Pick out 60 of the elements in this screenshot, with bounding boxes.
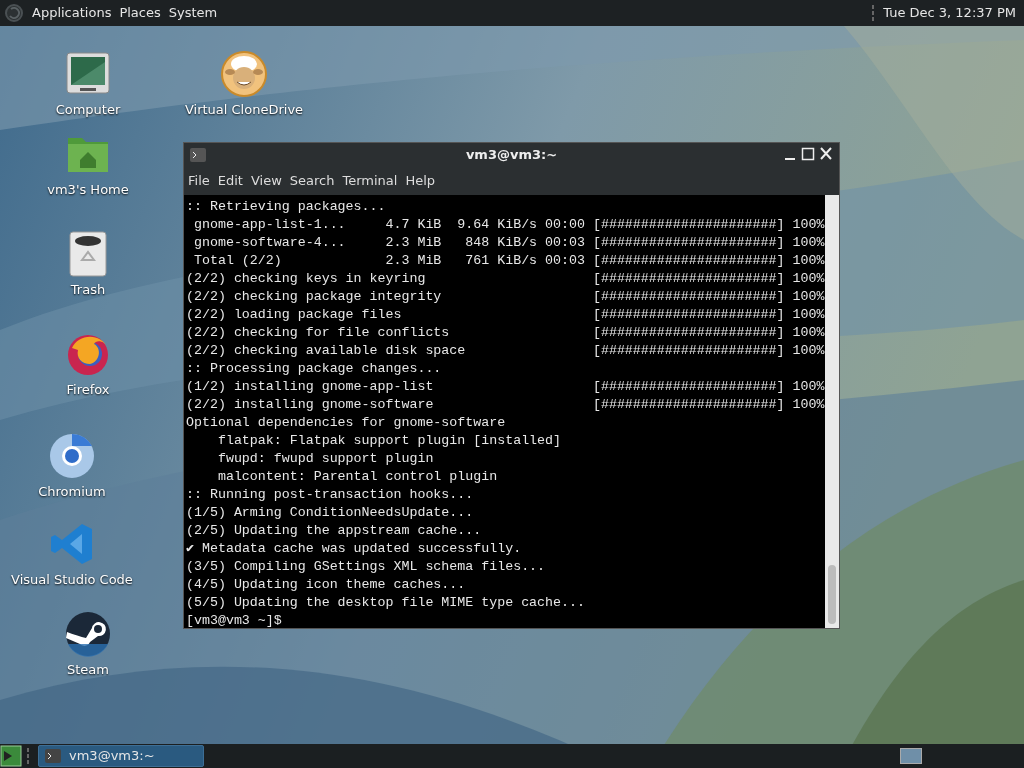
terminal-line: gnome-software-4... 2.3 MiB 848 KiB/s 00:03 [######################] 100%: [192, 234, 825, 252]
icon-label[interactable]: Computer: [55, 100, 121, 120]
terminal-line: fwupd: fwupd support plugin: [216, 450, 434, 468]
panel-menu[interactable]: Places: [119, 3, 161, 23]
terminal-line: (3/5) Compiling GSettings XML schema files...: [186, 558, 546, 576]
icon-label[interactable]: Visual Studio Code: [11, 570, 133, 590]
show-desktop-button[interactable]: [0, 745, 22, 767]
maximize-button[interactable]: [801, 146, 815, 162]
terminal-line: (2/2) installing gnome-software [######################] 100%: [186, 396, 825, 414]
icon-label[interactable]: vm3's Home: [47, 180, 129, 200]
steam-icon: [64, 610, 112, 658]
terminal-line: (1/2) installing gnome-app-list [######################] 100%: [186, 378, 825, 396]
scroll-thumb[interactable]: [828, 565, 836, 624]
terminal-line: (2/2) checking available disk space [######################] 100%: [186, 342, 825, 360]
workspace-switcher-icon[interactable]: [900, 748, 922, 764]
icon-label[interactable]: Chromium: [38, 482, 106, 502]
terminal-line: Optional dependencies for gnome-software: [186, 414, 506, 432]
terminal-line: (2/2) checking for file conflicts [######################] 100%: [186, 324, 825, 342]
terminal-line: flatpak: Flatpak support plugin [installed]: [216, 432, 562, 450]
terminal-line: Total (2/2) 2.3 MiB 761 KiB/s 00:03 [######################] 100%: [192, 252, 825, 270]
menu-item[interactable]: Search: [289, 171, 335, 191]
terminal-line: (2/2) checking keys in keyring [######################] 100%: [186, 270, 825, 288]
terminal-line: :: Processing package changes...: [186, 360, 442, 378]
terminal-line: :: Running post-transaction hooks...: [186, 486, 474, 504]
menu-item[interactable]: Help: [405, 171, 436, 191]
terminal-line: (2/2) checking package integrity [######################] 100%: [186, 288, 825, 306]
sheep-icon: [220, 50, 268, 98]
panel-handle-icon: [26, 748, 30, 764]
menu-item[interactable]: Edit: [217, 171, 243, 191]
close-icon: [819, 146, 833, 162]
maximize-icon: [801, 146, 815, 162]
icon-label[interactable]: Virtual CloneDrive: [184, 100, 304, 120]
panel-handle-icon: [871, 5, 876, 21]
terminal-icon: [190, 148, 206, 162]
terminal-line: gnome-app-list-1... 4.7 KiB 9.64 KiB/s 00:00 [######################] 100%: [192, 216, 825, 234]
terminal-line: (4/5) Updating icon theme caches...: [186, 576, 466, 594]
panel-menu[interactable]: System: [168, 3, 218, 23]
terminal-line: (2/2) loading package files [######################] 100%: [186, 306, 825, 324]
close-button[interactable]: [819, 146, 833, 162]
terminal-line: :: Retrieving packages...: [186, 198, 386, 216]
menu-item[interactable]: File: [188, 171, 210, 191]
taskbar-button[interactable]: vm3@vm3:~: [38, 745, 204, 767]
terminal-line: (1/5) Arming ConditionNeedsUpdate...: [186, 504, 474, 522]
terminal-icon: [45, 749, 61, 763]
chromium-icon: [48, 432, 96, 480]
scrollbar[interactable]: [825, 195, 839, 628]
menu-item[interactable]: Terminal: [342, 171, 398, 191]
terminal-line: (5/5) Updating the desktop file MIME type cache...: [186, 594, 585, 612]
terminal-line: [vm3@vm3 ~]$: [186, 612, 282, 628]
clock[interactable]: Tue Dec 3, 12:37 PM: [883, 3, 1016, 23]
terminal-line: ✔ Metadata cache was updated successfully.: [186, 540, 522, 558]
terminal-line: malcontent: Parental control plugin: [216, 468, 498, 486]
logo-icon[interactable]: [4, 3, 24, 23]
menu-item[interactable]: View: [250, 171, 282, 191]
icon-label[interactable]: Firefox: [66, 380, 110, 400]
window-title: vm3@vm3:~: [465, 146, 558, 165]
icon-label[interactable]: Trash: [70, 280, 106, 300]
icon-label[interactable]: Steam: [67, 660, 109, 680]
panel-menu[interactable]: Applications: [32, 3, 112, 23]
terminal-line: (2/5) Updating the appstream cache...: [186, 522, 482, 540]
